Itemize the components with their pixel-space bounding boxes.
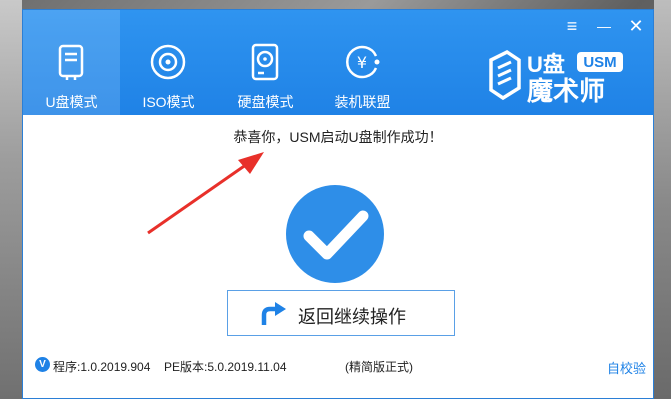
return-button-label: 返回继续操作 [298,307,406,327]
usm-logo: U盘 USM 魔术师 [485,48,645,107]
program-version: 程序:1.0.2019.904 [53,360,151,374]
tab-label: U盘模式 [45,94,98,110]
svg-text:¥: ¥ [357,53,367,72]
tab-label: 硬盘模式 [237,94,294,110]
tab-label: 装机联盟 [334,94,391,110]
close-button[interactable]: ✕ [623,16,649,36]
pe-version: PE版本:5.0.2019.11.04 [164,360,287,374]
desktop-background-left [0,0,22,399]
app-window: U盘模式 ISO模式 硬盘模式 ¥ 装机联盟 ≡ — ✕ U盘 USM 魔术师 … [22,9,654,399]
tab-iso-mode[interactable]: ISO模式 [120,10,217,115]
tab-hard-disk-mode[interactable]: 硬盘模式 [217,10,314,115]
self-verify-link[interactable]: 自校验 [607,358,646,377]
tab-usb-mode[interactable]: U盘模式 [23,10,120,115]
usb-drive-icon [58,44,84,80]
minimize-button[interactable]: — [591,16,617,36]
status-footer: V 程序:1.0.2019.904 PE版本:5.0.2019.11.04 (精… [23,352,653,382]
menu-button[interactable]: ≡ [559,16,585,36]
tab-install-alliance[interactable]: ¥ 装机联盟 [314,10,411,115]
logo-main-text: U盘 [527,52,565,77]
edition-label: (精简版正式) [345,360,413,374]
disc-icon [150,44,186,80]
return-continue-button[interactable]: 返回继续操作 [227,290,455,336]
success-message: 恭喜你，USM启动U盘制作成功！ [233,129,443,145]
logo-sub-text: 魔术师 [527,77,605,104]
logo-badge: USM [583,54,616,71]
header-bar: U盘模式 ISO模式 硬盘模式 ¥ 装机联盟 ≡ — ✕ U盘 USM 魔术师 [23,10,653,115]
yen-coin-icon: ¥ [346,45,380,79]
version-icon: V [35,357,50,372]
desktop-background-right [654,0,671,399]
success-check-icon [286,185,384,283]
tab-label: ISO模式 [142,94,195,110]
hard-disk-icon [251,43,279,81]
return-arrow-icon [261,302,286,325]
